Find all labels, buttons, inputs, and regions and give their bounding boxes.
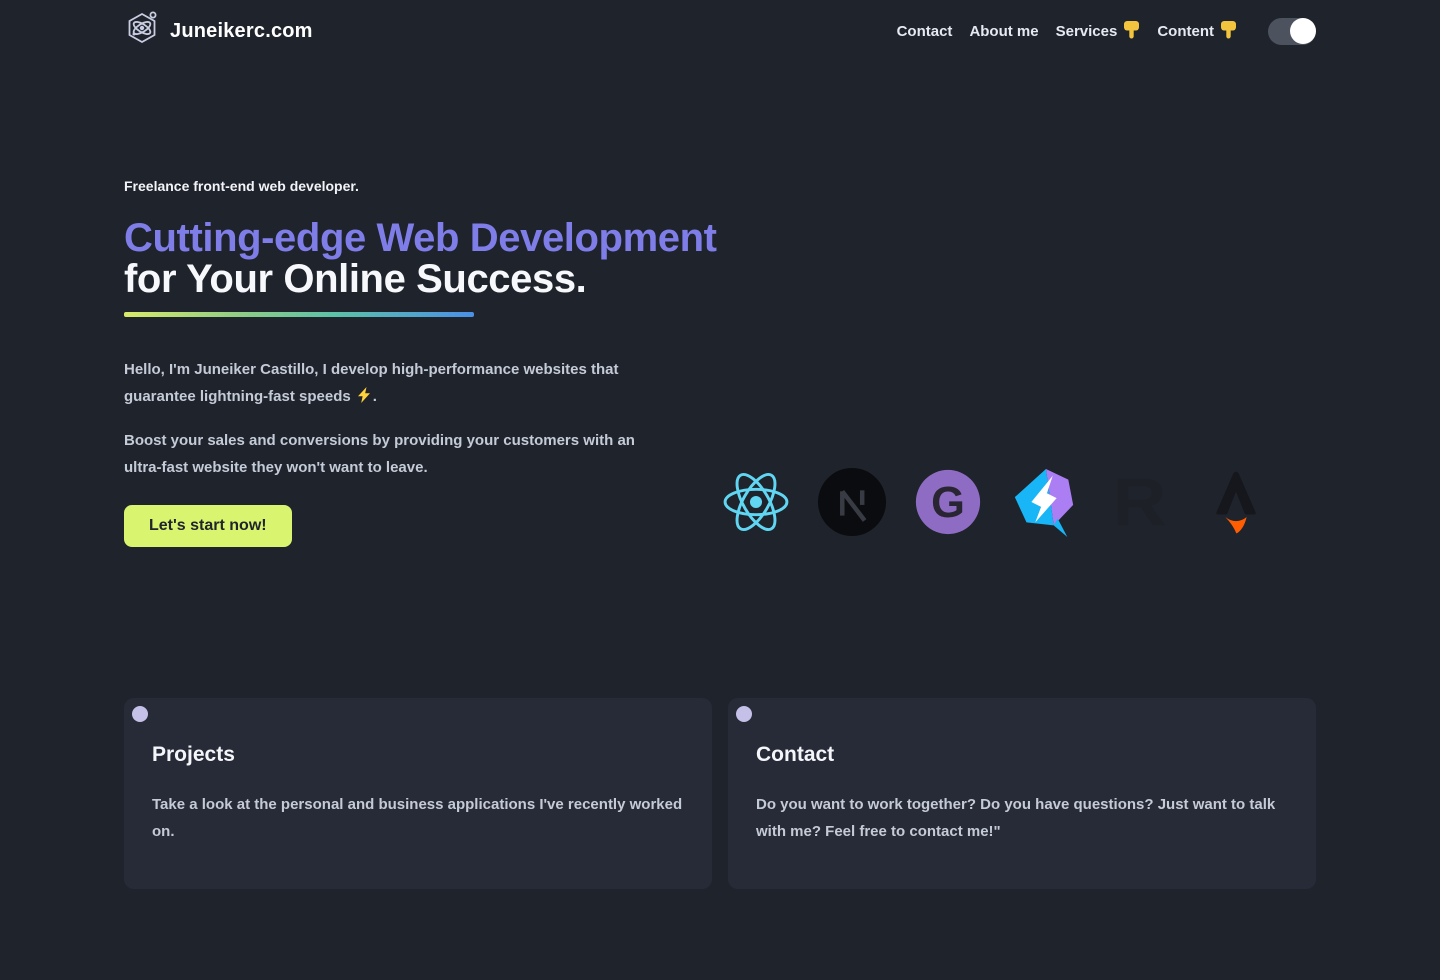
remix-logo-icon: R: [1105, 467, 1175, 537]
hero-paragraph-1-text: Hello, I'm Juneiker Castillo, I develop …: [124, 361, 619, 405]
pointing-down-emoji-icon: [1220, 20, 1237, 43]
hero-title: Cutting-edge Web Development for Your On…: [124, 218, 717, 300]
remix-letter: R: [1113, 468, 1167, 536]
tech-stack-logos: G R: [721, 467, 1316, 537]
brand-name: Juneikerc.com: [170, 20, 313, 43]
hero-paragraph-1-period: .: [373, 388, 377, 405]
card-dot: [736, 706, 752, 722]
contact-card[interactable]: Contact Do you want to work together? Do…: [728, 698, 1316, 889]
astro-logo-icon: [1201, 467, 1271, 537]
hero-tagline: Freelance front-end web developer.: [124, 178, 717, 194]
hero-paragraph-1: Hello, I'm Juneiker Castillo, I develop …: [124, 357, 651, 412]
theme-toggle-knob: [1290, 18, 1316, 44]
theme-toggle[interactable]: [1268, 18, 1316, 45]
main-nav: Contact About me Services Content: [897, 18, 1316, 45]
pointing-down-emoji-icon: [1123, 20, 1140, 43]
qwik-logo-icon: [1009, 467, 1079, 537]
cta-button[interactable]: Let's start now!: [124, 505, 292, 547]
nextjs-logo-icon: [817, 467, 887, 537]
react-logo-icon: [721, 467, 791, 537]
projects-card[interactable]: Projects Take a look at the personal and…: [124, 698, 712, 889]
svg-text:G: G: [931, 479, 965, 527]
lightning-bolt-emoji-icon: [357, 390, 371, 407]
brand[interactable]: Juneikerc.com: [124, 10, 313, 53]
contact-card-title: Contact: [756, 743, 1288, 767]
hero-title-main: for Your Online Success.: [124, 257, 586, 301]
nav-item-content[interactable]: Content: [1157, 20, 1237, 43]
feature-cards: Projects Take a look at the personal and…: [124, 698, 1316, 889]
nav-item-label: Content: [1157, 23, 1214, 40]
hero-paragraph-2: Boost your sales and conversions by prov…: [124, 428, 651, 481]
nav-item-about-me[interactable]: About me: [969, 23, 1038, 40]
card-dot: [132, 706, 148, 722]
contact-card-body: Do you want to work together? Do you hav…: [756, 791, 1288, 845]
nav-item-label: About me: [969, 23, 1038, 40]
hero-section: Freelance front-end web developer. Cutti…: [124, 178, 1316, 547]
gradient-divider: [124, 312, 474, 317]
nav-item-contact[interactable]: Contact: [897, 23, 953, 40]
nav-item-services[interactable]: Services: [1056, 20, 1141, 43]
navbar: Juneikerc.com Contact About me Services …: [124, 0, 1316, 50]
brand-logo-icon: [124, 10, 160, 53]
projects-card-title: Projects: [152, 743, 684, 767]
gatsby-logo-icon: G: [913, 467, 983, 537]
nav-item-label: Services: [1056, 23, 1118, 40]
projects-card-body: Take a look at the personal and business…: [152, 791, 684, 845]
nav-item-label: Contact: [897, 23, 953, 40]
hero-title-accent: Cutting-edge Web Development: [124, 216, 717, 260]
